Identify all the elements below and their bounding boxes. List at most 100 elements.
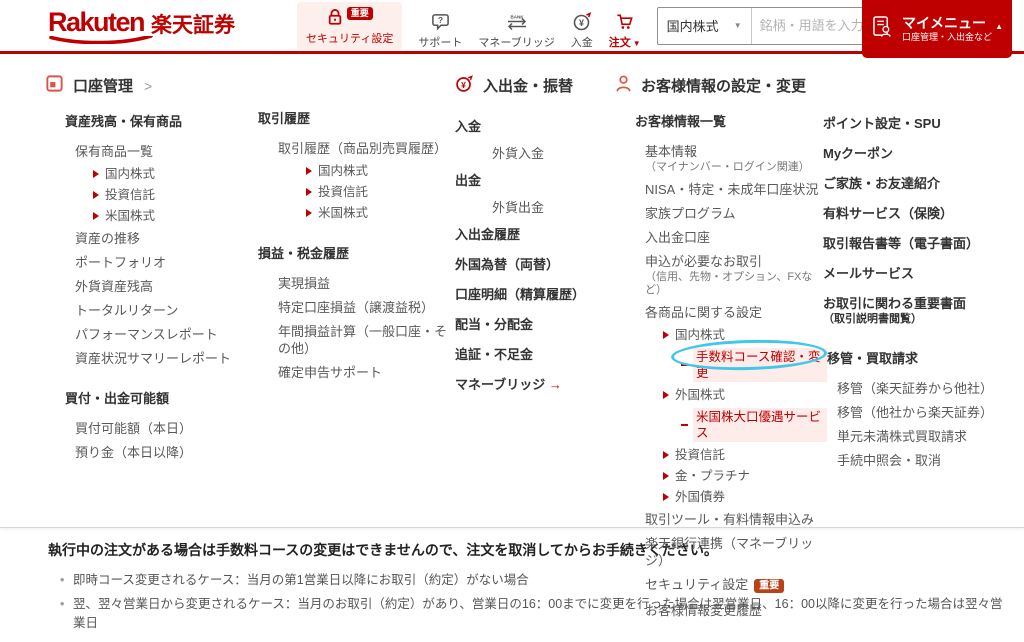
- menu-item-ps-gold[interactable]: 金・プラチナ: [615, 465, 827, 486]
- menu-item-trade-history-list[interactable]: 取引履歴（商品別売買履歴）: [258, 136, 454, 160]
- search-category-select[interactable]: 国内株式 ▼: [658, 8, 752, 44]
- menu-item-ps-foreign[interactable]: 外国株式: [615, 384, 827, 405]
- triangle-bullet-icon: [663, 493, 669, 501]
- us-preferential-link[interactable]: 米国株大口優遇サービス: [693, 408, 827, 442]
- fee-course-link[interactable]: 手数料コース確認・変更: [693, 348, 827, 382]
- menu-item-basic-info[interactable]: 基本情報（マイナンバー・ログイン関連）: [615, 139, 827, 177]
- my-menu-label: マイメニュー: [902, 15, 992, 33]
- important-badge: 重要: [347, 7, 373, 21]
- column-account-1: 口座管理 > 資産残高・保有商品 保有商品一覧 国内株式 投資信託 米国株式 資…: [45, 54, 257, 464]
- fee-change-notice: 執行中の注文がある場合は手数料コースの変更はできませんので、注文を取消してからお…: [0, 527, 1024, 636]
- triangle-bullet-icon: [306, 167, 312, 175]
- menu-item-portfolio[interactable]: ポートフォリオ: [45, 250, 257, 274]
- menu-item-ps-foreign-bonds[interactable]: 外国債券: [615, 486, 827, 507]
- menu-item-deposit[interactable]: 入金: [455, 111, 613, 141]
- menu-item-point-spu[interactable]: ポイント設定・SPU: [823, 108, 1021, 138]
- nav-order-label: 注文▼: [609, 34, 641, 50]
- yen-circle-icon: ¥: [455, 74, 474, 97]
- menu-item-mail-service[interactable]: メールサービス: [823, 258, 1021, 288]
- menu-item-asset-transition[interactable]: 資産の推移: [45, 226, 257, 250]
- dash-bullet-icon: [681, 364, 688, 366]
- my-menu-button[interactable]: マイメニュー 口座管理・入出金など ▲: [862, 0, 1012, 58]
- menu-item-trade-reports[interactable]: 取引報告書等（電子書面）: [823, 228, 1021, 258]
- menu-item-history-funds[interactable]: 投資信託: [258, 181, 454, 202]
- menu-item-tax-return-support[interactable]: 確定申告サポート: [258, 360, 454, 384]
- menu-item-foreign-balance[interactable]: 外貨資産残高: [45, 274, 257, 298]
- menu-item-my-coupon[interactable]: Myクーポン: [823, 138, 1021, 168]
- svg-text:¥: ¥: [461, 80, 466, 90]
- menu-item-family-program[interactable]: 家族プログラム: [615, 201, 827, 225]
- menu-item-fx-exchange[interactable]: 外国為替（両替）: [455, 249, 613, 279]
- menu-item-moneybridge-link[interactable]: マネーブリッジ →: [455, 369, 613, 399]
- svg-text:¥: ¥: [579, 18, 584, 28]
- mega-menu-panel: 口座管理 > 資産残高・保有商品 保有商品一覧 国内株式 投資信託 米国株式 資…: [0, 54, 1024, 527]
- nav-security-settings[interactable]: 重要 セキュリティ設定: [297, 2, 402, 50]
- search-input[interactable]: [760, 18, 878, 33]
- menu-item-margin-call[interactable]: 追証・不足金: [455, 339, 613, 369]
- section-title: 入出金・振替: [483, 75, 573, 96]
- group-purchasable: 買付・出金可能額: [45, 388, 257, 407]
- menu-item-paid-services[interactable]: 有料サービス（保険）: [823, 198, 1021, 228]
- section-account-management[interactable]: 口座管理 >: [45, 54, 257, 97]
- menu-item-withdraw[interactable]: 出金: [455, 165, 613, 195]
- menu-item-rakuten-bank[interactable]: 楽天銀行連携（マネーブリッジ）: [615, 531, 827, 572]
- menu-item-referral[interactable]: ご家族・お友達紹介: [823, 168, 1021, 198]
- menu-item-cash-accounts[interactable]: 入出金口座: [615, 225, 827, 249]
- person-icon: [615, 74, 632, 97]
- menu-item-cash-history[interactable]: 入出金履歴: [455, 219, 613, 249]
- menu-item-performance-report[interactable]: パフォーマンスレポート: [45, 322, 257, 346]
- account-square-icon: [45, 74, 64, 97]
- menu-item-total-return[interactable]: トータルリターン: [45, 298, 257, 322]
- column-account-2: 取引履歴 取引履歴（商品別売買履歴） 国内株式 投資信託 米国株式 損益・税金履…: [258, 54, 454, 384]
- menu-item-nisa-status[interactable]: NISA・特定・未成年口座状況: [615, 177, 827, 201]
- menu-item-specific-account-pl[interactable]: 特定口座損益（譲渡益税）: [258, 295, 454, 319]
- menu-item-dividends[interactable]: 配当・分配金: [455, 309, 613, 339]
- menu-item-realized-pl[interactable]: 実現損益: [258, 271, 454, 295]
- basic-info-note: （マイナンバー・ログイン関連）: [645, 161, 827, 174]
- menu-item-us-stock[interactable]: 米国株式: [45, 205, 257, 226]
- menu-item-account-statement[interactable]: 口座明細（精算履歴）: [455, 279, 613, 309]
- group-pl-tax-history: 損益・税金履歴: [258, 243, 454, 262]
- notice-bullet-immediate: 即時コース変更されるケース：当月の第1営業日以降にお取引（約定）がない場合: [60, 568, 1004, 593]
- triangle-bullet-icon: [663, 331, 669, 339]
- menu-item-trading-tools[interactable]: 取引ツール・有料情報申込み: [615, 507, 827, 531]
- menu-item-product-settings[interactable]: 各商品に関する設定: [615, 300, 827, 324]
- menu-item-asset-summary-report[interactable]: 資産状況サマリーレポート: [45, 346, 257, 370]
- menu-item-application-required[interactable]: 申込が必要なお取引（信用、先物・オプション、FXなど）: [615, 249, 827, 300]
- menu-item-buying-power[interactable]: 買付可能額（本日）: [45, 416, 257, 440]
- nav-support[interactable]: ? サポート: [418, 2, 462, 50]
- lock-icon: [327, 7, 343, 28]
- menu-item-mutual-funds[interactable]: 投資信託: [45, 184, 257, 205]
- triangle-bullet-icon: [663, 472, 669, 480]
- menu-item-history-us[interactable]: 米国株式: [258, 202, 454, 223]
- nav-moneybridge[interactable]: BANK マネーブリッジ: [478, 2, 554, 50]
- menu-item-ps-funds[interactable]: 投資信託: [615, 444, 827, 465]
- menu-item-fee-course[interactable]: 手数料コース確認・変更: [615, 345, 827, 384]
- menu-item-domestic-stock[interactable]: 国内株式: [45, 163, 257, 184]
- application-note: （信用、先物・オプション、FXなど）: [645, 271, 827, 297]
- menu-item-pending-inquiry[interactable]: 手続中照会・取消: [823, 448, 1021, 472]
- arrow-right-icon: →: [549, 377, 562, 392]
- nav-deposit[interactable]: ¥ 入金: [571, 2, 593, 50]
- menu-item-annual-pl[interactable]: 年間損益計算（一般口座・その他）: [258, 319, 454, 360]
- column-services: ポイント設定・SPU Myクーポン ご家族・お友達紹介 有料サービス（保険） 取…: [823, 54, 1021, 472]
- triangle-bullet-icon: [306, 209, 312, 217]
- menu-item-odd-lot-buyback[interactable]: 単元未満株式買取請求: [823, 424, 1021, 448]
- menu-item-ps-domestic[interactable]: 国内株式: [615, 324, 827, 345]
- menu-item-holdings-list[interactable]: 保有商品一覧: [45, 139, 257, 163]
- group-trade-history: 取引履歴: [258, 108, 454, 127]
- site-header: Rakuten 楽天証券 重要 セキュリティ設定 ? サポート BANK: [0, 0, 1024, 54]
- section-cash-transfer[interactable]: ¥ 入出金・振替: [455, 54, 613, 97]
- group-assets-holdings: 資産残高・保有商品: [45, 111, 257, 130]
- section-customer-info[interactable]: お客様情報の設定・変更: [615, 54, 827, 97]
- rakuten-logo[interactable]: Rakuten 楽天証券: [48, 9, 235, 42]
- menu-item-history-domestic[interactable]: 国内株式: [258, 160, 454, 181]
- menu-item-transfer-in[interactable]: 移管（他社から楽天証券）: [823, 400, 1021, 424]
- menu-item-deposit-balance[interactable]: 預り金（本日以降）: [45, 440, 257, 464]
- menu-item-foreign-deposit[interactable]: 外貨入金: [455, 141, 613, 165]
- menu-item-foreign-withdraw[interactable]: 外貨出金: [455, 195, 613, 219]
- nav-order[interactable]: 注文▼: [609, 2, 641, 50]
- menu-item-important-documents[interactable]: お取引に関わる重要書面（取引説明書閲覧）: [823, 288, 1021, 332]
- menu-item-transfer-out[interactable]: 移管（楽天証券から他社）: [823, 376, 1021, 400]
- menu-item-us-preferential[interactable]: 米国株大口優遇サービス: [615, 405, 827, 444]
